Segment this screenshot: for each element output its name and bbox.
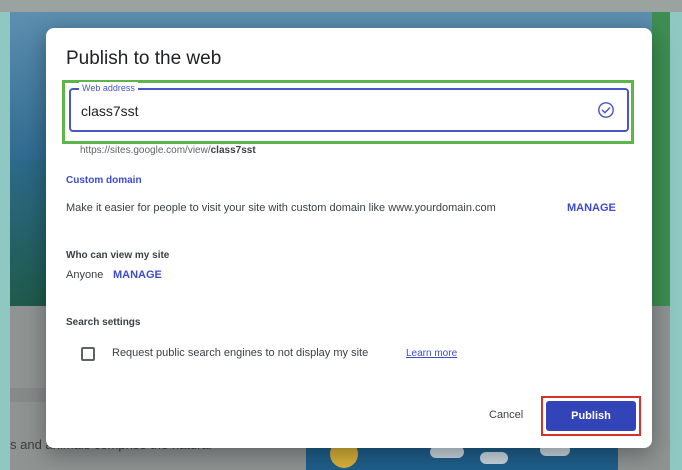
publish-dialog: Publish to the web Web address class7sst… xyxy=(46,28,652,448)
search-settings-heading: Search settings xyxy=(66,317,141,328)
web-address-legend: Web address xyxy=(79,82,138,94)
check-circle-icon xyxy=(598,102,614,118)
background-cloud-graphic xyxy=(480,452,508,464)
dialog-title: Publish to the web xyxy=(66,48,222,69)
cancel-button[interactable]: Cancel xyxy=(489,409,523,421)
url-site-name: class7sst xyxy=(210,145,256,156)
background-right-strip xyxy=(670,12,682,470)
background-banner-edge xyxy=(652,12,670,306)
visibility-value: Anyone xyxy=(66,269,104,281)
url-prefix: https://sites.google.com/view/ xyxy=(80,145,211,156)
background-top-bar xyxy=(0,0,682,12)
background-left-strip xyxy=(0,12,10,470)
publish-button[interactable]: Publish xyxy=(546,401,636,431)
custom-domain-description: Make it easier for people to visit your … xyxy=(66,202,496,214)
who-can-view-heading: Who can view my site xyxy=(66,250,170,261)
custom-domain-heading: Custom domain xyxy=(66,175,142,186)
manage-visibility-link[interactable]: MANAGE xyxy=(113,269,162,281)
learn-more-link[interactable]: Learn more xyxy=(406,348,457,359)
hide-from-search-label: Request public search engines to not dis… xyxy=(112,347,369,359)
web-address-field[interactable]: Web address class7sst xyxy=(69,82,629,132)
web-address-url-preview: https://sites.google.com/view/class7sst xyxy=(80,145,256,156)
web-address-input[interactable]: class7sst xyxy=(81,103,139,119)
manage-custom-domain-link[interactable]: MANAGE xyxy=(567,202,616,214)
hide-from-search-checkbox[interactable] xyxy=(81,347,95,361)
